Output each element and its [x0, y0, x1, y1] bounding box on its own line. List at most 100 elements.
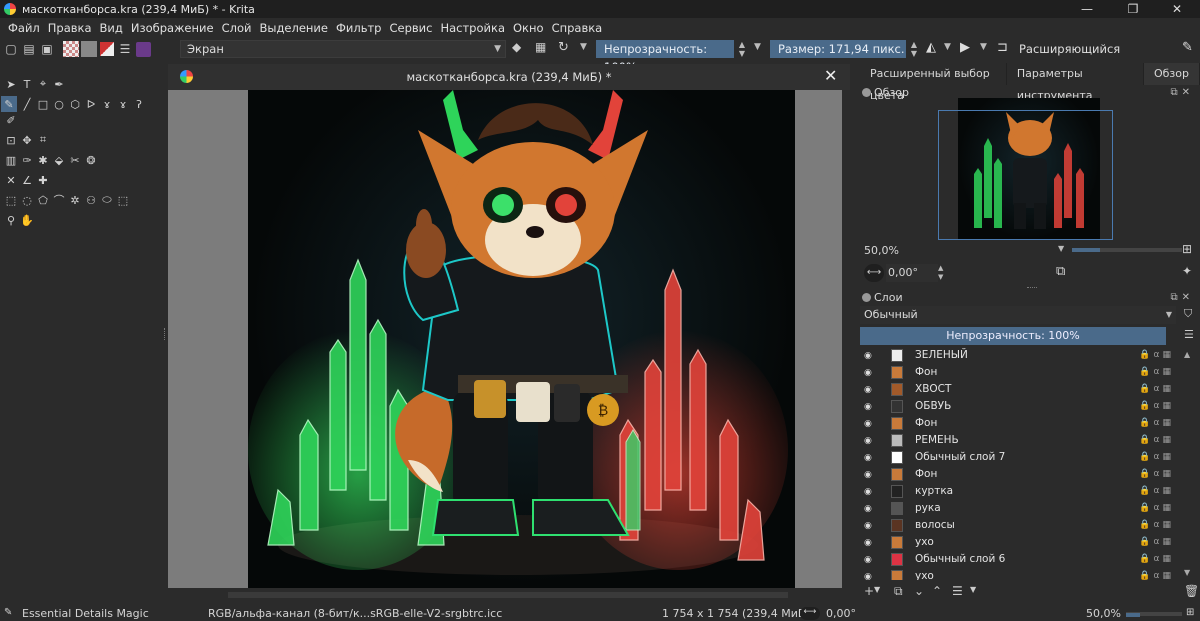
- menu-edit[interactable]: Правка: [44, 21, 96, 35]
- line-tool-icon[interactable]: ╱: [19, 96, 35, 112]
- visibility-eye-icon[interactable]: ◉: [864, 385, 874, 395]
- layer-options-icon[interactable]: ☰: [1184, 328, 1194, 341]
- menu-help[interactable]: Справка: [548, 21, 607, 35]
- visibility-eye-icon[interactable]: ◉: [864, 555, 874, 565]
- chevron-down-icon[interactable]: ▼: [944, 42, 951, 52]
- pattern-icon[interactable]: [80, 40, 98, 58]
- close-document-icon[interactable]: ✕: [824, 66, 837, 85]
- pan-tool-icon[interactable]: ✋: [19, 212, 35, 228]
- chevron-down-icon[interactable]: ▼: [874, 585, 880, 594]
- scroll-up-icon[interactable]: ▲: [1184, 350, 1190, 359]
- layer-lock-alpha-icons[interactable]: 🔒α▦: [1139, 554, 1174, 564]
- layer-lock-alpha-icons[interactable]: 🔒α▦: [1139, 367, 1174, 377]
- document-tab[interactable]: маскотканборса.kra (239,4 МиБ) * ✕: [168, 64, 850, 90]
- reference-images-tool-icon[interactable]: ✚: [35, 172, 51, 188]
- menu-select[interactable]: Выделение: [255, 21, 332, 35]
- chevron-down-icon[interactable]: ▼: [754, 42, 761, 52]
- reload-preset-icon[interactable]: ↻: [558, 40, 569, 55]
- layer-lock-alpha-icons[interactable]: 🔒α▦: [1139, 435, 1174, 445]
- ellipse-select-tool-icon[interactable]: ◌: [19, 192, 35, 208]
- visibility-eye-icon[interactable]: ◉: [864, 470, 874, 480]
- wrap-around-icon[interactable]: ⊐: [997, 40, 1008, 55]
- toolbox-splitter[interactable]: [164, 328, 167, 340]
- overview-panel[interactable]: [860, 98, 1200, 242]
- measure-tool-icon[interactable]: ∠: [19, 172, 35, 188]
- delete-layer-icon[interactable]: 🗑: [1184, 584, 1199, 598]
- chevron-down-icon[interactable]: ▼: [1058, 244, 1064, 253]
- overview-viewport-rect[interactable]: [938, 110, 1113, 240]
- gradient-tool-icon[interactable]: ▥: [3, 152, 19, 168]
- fit-to-view-icon[interactable]: ⊞: [1182, 242, 1192, 256]
- blend-mode-select[interactable]: Экран ▼: [180, 40, 506, 58]
- layer-row[interactable]: ◉ Фон 🔒α▦: [860, 365, 1178, 382]
- layer-row[interactable]: ◉ ХВОСТ 🔒α▦: [860, 382, 1178, 399]
- multibrush-tool-icon[interactable]: ✐: [3, 112, 19, 128]
- smart-patch-tool-icon[interactable]: ✱: [35, 152, 51, 168]
- tab-tool-options[interactable]: Параметры инструмента: [1007, 63, 1144, 102]
- panel-float-close-icons[interactable]: ⧉✕: [1170, 291, 1194, 305]
- layer-row[interactable]: ◉ Обычный слой 6 🔒α▦: [860, 552, 1178, 569]
- visibility-eye-icon[interactable]: ◉: [864, 453, 874, 463]
- layer-row[interactable]: ◉ ухо 🔒α▦: [860, 535, 1178, 552]
- brush-preset-icon[interactable]: [134, 40, 152, 58]
- layer-row[interactable]: ◉ куртка 🔒α▦: [860, 484, 1178, 501]
- bezier-tool-icon[interactable]: ɤ: [99, 96, 115, 112]
- layers-scrollbar[interactable]: ▲ ▼: [1180, 348, 1200, 580]
- layer-lock-alpha-icons[interactable]: 🔒α▦: [1139, 469, 1174, 479]
- layer-blend-mode-select[interactable]: Обычный ▼: [860, 306, 1176, 324]
- ellipse-tool-icon[interactable]: ○: [51, 96, 67, 112]
- fit-zoom-icon[interactable]: ⊞: [1186, 607, 1194, 618]
- select-shapes-tool-icon[interactable]: ➤: [3, 76, 19, 92]
- visibility-eye-icon[interactable]: ◉: [864, 351, 874, 361]
- visibility-eye-icon[interactable]: ◉: [864, 538, 874, 548]
- size-spinner[interactable]: ▲ ▼: [908, 40, 920, 58]
- visibility-eye-icon[interactable]: ◉: [864, 419, 874, 429]
- layer-row[interactable]: ◉ ОБВУЬ 🔒α▦: [860, 399, 1178, 416]
- layer-lock-alpha-icons[interactable]: 🔒α▦: [1139, 486, 1174, 496]
- colorize-mask-tool-icon[interactable]: ❂: [83, 152, 99, 168]
- visibility-eye-icon[interactable]: ◉: [864, 436, 874, 446]
- zoom-tool-icon[interactable]: ⚲: [3, 212, 19, 228]
- mirror-horizontal-icon[interactable]: ◭: [926, 40, 936, 55]
- save-icon[interactable]: ▣: [38, 40, 56, 58]
- menu-view[interactable]: Вид: [96, 21, 127, 35]
- enclose-fill-tool-icon[interactable]: ✂: [67, 152, 83, 168]
- layer-opacity-slider[interactable]: Непрозрачность: 100%: [860, 327, 1166, 345]
- menu-window[interactable]: Окно: [509, 21, 548, 35]
- layer-lock-alpha-icons[interactable]: 🔒α▦: [1139, 571, 1174, 580]
- layer-row[interactable]: ◉ волосы 🔒α▦: [860, 518, 1178, 535]
- rectangle-tool-icon[interactable]: □: [35, 96, 51, 112]
- rotation-status[interactable]: 0,00°: [826, 607, 856, 620]
- color-picker-tool-icon[interactable]: ✑: [19, 152, 35, 168]
- fill-tool-label[interactable]: Расширяющийся заполнитель: [1019, 40, 1200, 74]
- overview-rotation-value[interactable]: 0,00°: [886, 264, 938, 282]
- layer-lock-alpha-icons[interactable]: 🔒α▦: [1139, 537, 1174, 547]
- horizontal-scrollbar[interactable]: [168, 588, 842, 603]
- freehand-brush-tool-icon[interactable]: ✎: [1, 96, 17, 112]
- polygon-select-tool-icon[interactable]: ⬠: [35, 192, 51, 208]
- layer-row[interactable]: ◉ рука 🔒α▦: [860, 501, 1178, 518]
- move-layer-down-icon[interactable]: ⌄: [914, 584, 924, 598]
- layer-row[interactable]: ◉ Фон 🔒α▦: [860, 467, 1178, 484]
- move-layer-up-icon[interactable]: ⌃: [932, 584, 942, 598]
- layer-lock-alpha-icons[interactable]: 🔒α▦: [1139, 384, 1174, 394]
- maximize-button[interactable]: ❐: [1110, 0, 1156, 18]
- pin-icon[interactable]: ✦: [1182, 264, 1192, 278]
- alpha-lock-icon[interactable]: ▦: [535, 40, 546, 54]
- menu-image[interactable]: Изображение: [127, 21, 218, 35]
- visibility-eye-icon[interactable]: ◉: [864, 402, 874, 412]
- visibility-eye-icon[interactable]: ◉: [864, 521, 874, 531]
- eraser-icon[interactable]: ◆: [512, 40, 521, 54]
- menu-settings[interactable]: Настройка: [436, 21, 509, 35]
- layer-row[interactable]: ◉ Обычный слой 7 🔒α▦: [860, 450, 1178, 467]
- vertical-scrollbar[interactable]: [842, 90, 852, 588]
- layer-row[interactable]: ◉ РЕМЕНЬ 🔒α▦: [860, 433, 1178, 450]
- close-window-button[interactable]: ✕: [1154, 0, 1200, 18]
- transform-tool-icon[interactable]: ⊡: [3, 132, 19, 148]
- bezier-select-tool-icon[interactable]: ⬭: [99, 192, 115, 208]
- layer-lock-alpha-icons[interactable]: 🔒α▦: [1139, 503, 1174, 513]
- color-swatch-icon[interactable]: [98, 40, 116, 58]
- rect-select-tool-icon[interactable]: ⬚: [3, 192, 19, 208]
- edit-shapes-tool-icon[interactable]: ⌖: [35, 76, 51, 92]
- fill-tool-icon[interactable]: ⬙: [51, 152, 67, 168]
